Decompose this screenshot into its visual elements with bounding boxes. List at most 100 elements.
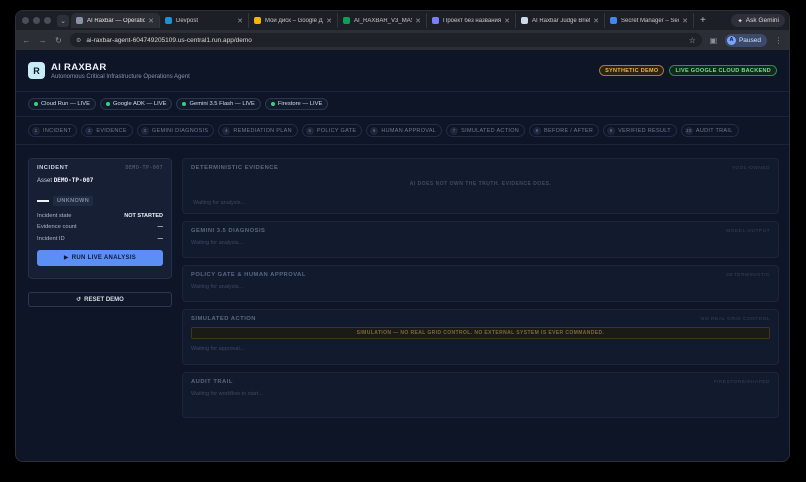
policy-title: POLICY GATE & HUMAN APPROVAL	[191, 272, 306, 278]
new-tab-icon[interactable]: +	[700, 15, 706, 26]
results-column: DETERMINISTIC EVIDENCE TOOL-OWNED AI DOE…	[182, 158, 779, 425]
back-icon[interactable]: ←	[22, 36, 31, 45]
minimize-window-icon[interactable]	[33, 17, 40, 24]
live-dot-icon	[105, 102, 110, 106]
maximize-window-icon[interactable]	[44, 17, 51, 24]
service-label: Firestore — LIVE	[277, 101, 323, 107]
tab-close-icon[interactable]: ✕	[593, 17, 599, 25]
workflow-step[interactable]: 8 BEFORE / AFTER	[529, 124, 600, 137]
workflow-step[interactable]: 4 REMEDIATION PLAN	[218, 124, 298, 137]
evidence-box: AI DOES NOT OWN THE TRUTH. EVIDENCE DOES…	[191, 175, 770, 211]
service-label: Google ADK — LIVE	[112, 101, 167, 107]
reset-icon: ↺	[76, 297, 82, 303]
live-dot-icon	[270, 102, 275, 106]
browser-tab[interactable]: Мой диск – Google Ди ✕	[249, 13, 338, 28]
audit-title: AUDIT TRAIL	[191, 379, 233, 385]
workflow-step[interactable]: 7 SIMULATED ACTION	[446, 124, 526, 137]
diagnosis-tag: MODEL OUTPUT	[726, 228, 770, 234]
evidence-tag: TOOL-OWNED	[732, 165, 770, 171]
profile-button[interactable]: A Paused	[724, 33, 767, 47]
tab-favicon-icon	[432, 17, 439, 24]
service-pill: Firestore — LIVE	[264, 98, 329, 110]
step-number: 1	[32, 126, 40, 135]
browser-window: ⌄ AI Raxbar — Operation ✕ Devpost ✕ Мой диск…	[15, 10, 790, 462]
tab-search-icon[interactable]: ⌄	[57, 14, 69, 27]
tab-favicon-icon	[254, 17, 261, 24]
tab-title: AI Raxbar Judge Brief	[532, 17, 591, 24]
browser-tab[interactable]: AI_RAXBAR_V3_MAS ✕	[338, 13, 427, 28]
workflow-step[interactable]: 2 EVIDENCE	[81, 124, 133, 137]
detail-key: Evidence count	[37, 224, 77, 231]
browser-tab[interactable]: Проект без названия ✕	[427, 13, 516, 28]
service-pill: Google ADK — LIVE	[99, 98, 173, 110]
play-icon: ▶	[63, 255, 69, 261]
tab-title: Secret Manager – Secr	[621, 17, 680, 24]
step-label: HUMAN APPROVAL	[381, 127, 437, 134]
avatar: A	[726, 35, 736, 45]
browser-tab[interactable]: Devpost ✕	[160, 13, 249, 28]
incident-detail-row: Evidence count —	[37, 222, 163, 234]
app-subtitle: Autonomous Critical Infrastructure Opera…	[51, 73, 190, 80]
site-info-icon[interactable]: ⚙	[76, 37, 81, 44]
address-bar[interactable]: ⚙ ai-raxbar-agent-604749205109.us-centra…	[70, 33, 702, 47]
service-pill: Gemini 3.5 Flash — LIVE	[176, 98, 261, 110]
incident-card: INCIDENT DEMO-TP-007 Asset DEMO-TP-007 U…	[28, 158, 172, 279]
app-header: R AI RAXBAR Autonomous Critical Infrastr…	[16, 50, 789, 92]
bookmark-star-icon[interactable]: ☆	[689, 36, 696, 45]
reset-demo-button[interactable]: ↺ RESET DEMO	[28, 292, 172, 307]
step-label: SIMULATED ACTION	[461, 127, 520, 134]
step-label: VERIFIED RESULT	[618, 127, 671, 134]
tab-close-icon[interactable]: ✕	[326, 17, 332, 25]
ask-gemini-button[interactable]: ✦ Ask Gemini	[731, 14, 785, 27]
reload-icon[interactable]: ↻	[54, 36, 63, 45]
incident-column: INCIDENT DEMO-TP-007 Asset DEMO-TP-007 U…	[28, 158, 172, 307]
step-label: REMEDIATION PLAN	[233, 127, 292, 134]
incident-detail-row: Incident ID —	[37, 233, 163, 245]
synthetic-demo-badge: SYNTHETIC DEMO	[599, 65, 665, 76]
step-label: BEFORE / AFTER	[544, 127, 594, 134]
workflow-step[interactable]: 5 POLICY GATE	[301, 124, 363, 137]
workflow-step[interactable]: 9 VERIFIED RESULT	[603, 124, 677, 137]
run-label: RUN LIVE ANALYSIS	[71, 254, 137, 261]
policy-wait: Waiting for analysis...	[191, 284, 244, 290]
audit-wait: Waiting for workflow to start...	[191, 391, 263, 397]
browser-tab[interactable]: Secret Manager – Secr ✕	[605, 13, 694, 28]
workflow-step[interactable]: 3 GEMINI DIAGNOSIS	[136, 124, 215, 137]
tab-close-icon[interactable]: ✕	[415, 17, 421, 25]
browser-tab[interactable]: AI Raxbar Judge Brief ✕	[516, 13, 605, 28]
workflow-steps: 1 INCIDENT 2 EVIDENCE 3 GEMINI DIAGNOSIS 4 REME…	[16, 117, 789, 145]
tab-close-icon[interactable]: ✕	[504, 17, 510, 25]
workflow-step[interactable]: 6 HUMAN APPROVAL	[366, 124, 443, 137]
simulated-title: SIMULATED ACTION	[191, 316, 256, 322]
extensions-icon[interactable]: ▣	[709, 36, 718, 45]
close-window-icon[interactable]	[22, 17, 29, 24]
live-dot-icon	[34, 102, 38, 106]
url-text: ai-raxbar-agent-604749205109.us-central1…	[86, 36, 252, 44]
audit-trail-panel: AUDIT TRAIL FIRESTORE/SHAPED Waiting for…	[182, 372, 779, 418]
step-label: INCIDENT	[43, 127, 72, 134]
reset-label: RESET DEMO	[84, 296, 124, 303]
tab-favicon-icon	[521, 17, 528, 24]
window-controls	[22, 17, 51, 24]
incident-details: Incident state NOT STARTED Evidence count —…	[37, 210, 163, 245]
menu-icon[interactable]: ⋮	[774, 36, 783, 45]
workflow-step[interactable]: 1 INCIDENT	[28, 124, 78, 137]
tab-title: AI Raxbar — Operation	[87, 17, 146, 24]
tab-favicon-icon	[76, 17, 83, 24]
live-backend-badge: LIVE GOOGLE CLOUD BACKEND	[669, 65, 777, 76]
browser-tab[interactable]: AI Raxbar — Operation ✕	[71, 13, 160, 28]
step-label: AUDIT TRAIL	[695, 127, 733, 134]
tab-close-icon[interactable]: ✕	[237, 17, 243, 25]
tab-title: Проект без названия	[443, 17, 502, 24]
run-live-analysis-button[interactable]: ▶ RUN LIVE ANALYSIS	[37, 249, 163, 266]
tab-close-icon[interactable]: ✕	[682, 17, 688, 25]
tab-close-icon[interactable]: ✕	[148, 17, 154, 25]
step-number: 6	[370, 126, 379, 135]
step-number: 8	[533, 126, 542, 135]
forward-icon[interactable]: →	[38, 36, 47, 45]
policy-panel: POLICY GATE & HUMAN APPROVAL DETERMINIST…	[182, 265, 779, 302]
tab-favicon-icon	[165, 17, 172, 24]
step-number: 7	[450, 126, 459, 135]
step-number: 3	[140, 126, 149, 135]
workflow-step[interactable]: 10 AUDIT TRAIL	[680, 124, 739, 137]
